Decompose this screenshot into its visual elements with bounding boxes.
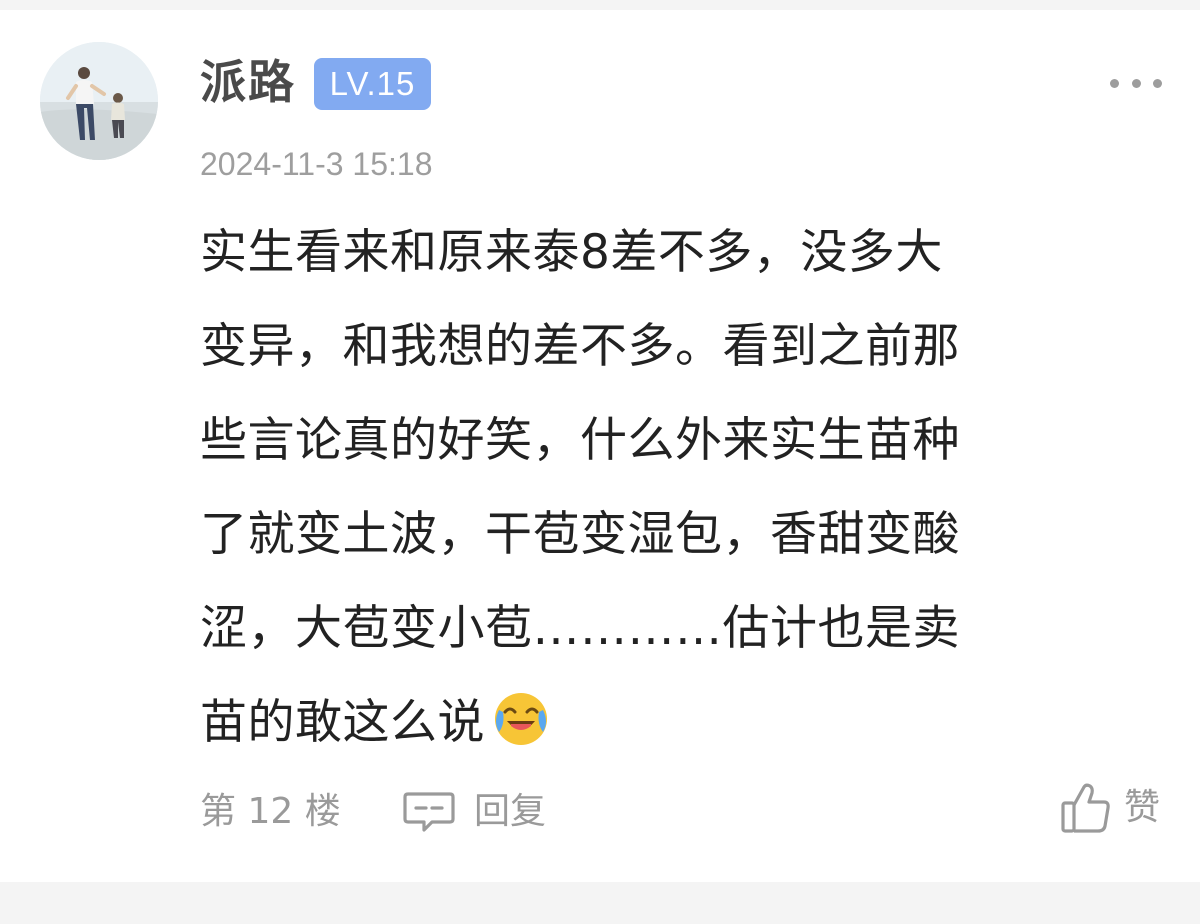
more-dot-icon [1153,78,1162,88]
like-label: 赞 [1123,787,1160,828]
thumbs-up-icon [1061,783,1110,833]
comment-body: 实生看来和原来泰8差不多，没多大 变异，和我想的差不多。看到之前那 些言论真的好… [200,206,1140,770]
comment-line: 些言论真的好笑，什么外来实生苗种 [200,413,960,468]
level-badge: LV.15 [314,58,431,110]
more-dot-icon [1110,78,1119,88]
like-button[interactable]: 赞 [1060,778,1160,838]
comment-line: 涩，大苞变小苞…………估计也是卖 [200,601,960,656]
comment-line: 了就变土波，干苞变湿包，香甜变酸 [200,507,960,562]
comment-last-line: 苗的敢这么说 [200,676,1140,770]
comment-line-text: 苗的敢这么说 [200,695,485,750]
username[interactable]: 派路 [200,52,296,112]
avatar-photo [40,42,158,160]
more-options-button[interactable] [1110,68,1162,98]
comment-footer: 第 12 楼 回复 赞 [200,783,1160,838]
reply-label: 回复 [474,791,547,832]
more-dot-icon [1131,78,1141,88]
top-separator [0,0,1200,10]
avatar[interactable] [40,42,158,160]
reply-icon [403,792,455,832]
comment-timestamp: 2024-11-3 15:18 [200,146,433,182]
comment-line: 实生看来和原来泰8差不多，没多大 [200,225,943,280]
comment-line: 变异，和我想的差不多。看到之前那 [200,319,960,374]
bottom-separator [0,882,1200,924]
crying-laughing-emoji-icon [495,693,547,745]
floor-number: 第 12 楼 [200,791,341,832]
reply-button[interactable]: 回复 [402,786,546,838]
